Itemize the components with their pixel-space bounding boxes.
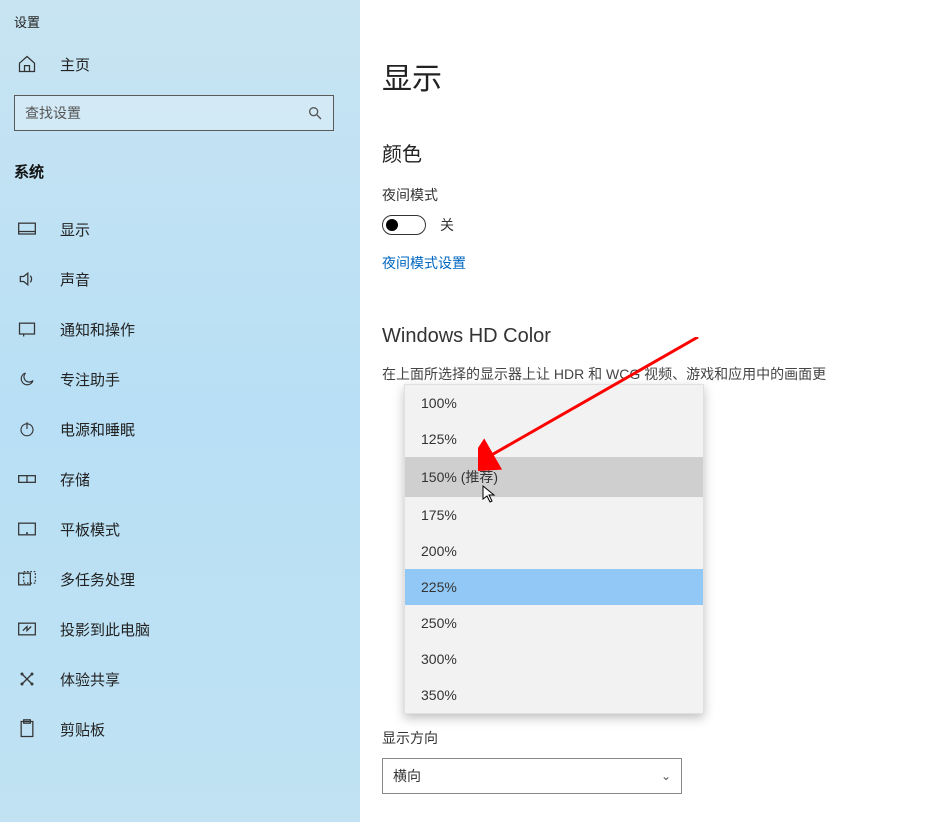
home-label: 主页 [60,54,90,75]
storage-icon [16,468,38,490]
home-icon [16,53,38,75]
search-row [0,87,360,141]
sidebar-item-label: 体验共享 [60,669,120,690]
clipboard-icon [16,718,38,740]
scale-option-350[interactable]: 350% [405,677,703,713]
sidebar-item-notifications[interactable]: 通知和操作 [0,304,360,354]
chevron-down-icon: ⌄ [661,769,671,783]
night-mode-toggle[interactable] [382,215,426,235]
power-icon [16,418,38,440]
sidebar-item-display[interactable]: 显示 [0,204,360,254]
project-icon [16,618,38,640]
sidebar-item-label: 声音 [60,269,90,290]
scale-dropdown: 100% 125% 150% (推荐) 175% 200% 225% 250% … [404,384,704,714]
sidebar-item-label: 投影到此电脑 [60,619,150,640]
scale-option-300[interactable]: 300% [405,641,703,677]
notification-icon [16,318,38,340]
sidebar-item-project[interactable]: 投影到此电脑 [0,604,360,654]
scale-option-250[interactable]: 250% [405,605,703,641]
settings-title: 设置 [0,8,360,41]
sidebar-item-storage[interactable]: 存储 [0,454,360,504]
sidebar-item-clipboard[interactable]: 剪贴板 [0,704,360,754]
sidebar-item-multitask[interactable]: 多任务处理 [0,554,360,604]
share-icon [16,668,38,690]
scale-option-150[interactable]: 150% (推荐) [405,457,703,497]
scale-option-125[interactable]: 125% [405,421,703,457]
night-mode-label: 夜间模式 [382,185,916,205]
search-box[interactable] [14,95,334,131]
night-mode-state: 关 [440,215,454,235]
display-icon [16,218,38,240]
sidebar-item-share[interactable]: 体验共享 [0,654,360,704]
sidebar-item-label: 专注助手 [60,369,120,390]
hd-color-desc: 在上面所选择的显示器上让 HDR 和 WCG 视频、游戏和应用中的画面更 [382,364,916,384]
sidebar-item-focus[interactable]: 专注助手 [0,354,360,404]
tablet-icon [16,518,38,540]
night-mode-settings-link[interactable]: 夜间模式设置 [382,253,466,273]
sidebar-item-label: 剪贴板 [60,719,105,740]
sidebar-item-sound[interactable]: 声音 [0,254,360,304]
sidebar-item-label: 平板模式 [60,519,120,540]
sidebar-item-power[interactable]: 电源和睡眠 [0,404,360,454]
scale-option-175[interactable]: 175% [405,497,703,533]
page-title: 显示 [382,54,916,98]
scale-option-200[interactable]: 200% [405,533,703,569]
sidebar-item-label: 通知和操作 [60,319,135,340]
scale-option-100[interactable]: 100% [405,385,703,421]
orientation-select[interactable]: 横向 ⌄ [382,758,682,794]
sidebar-item-label: 多任务处理 [60,569,135,590]
sound-icon [16,268,38,290]
search-input[interactable] [25,105,307,121]
hd-color-heading: Windows HD Color [382,325,916,348]
section-label: 系统 [0,141,360,204]
sidebar-item-label: 存储 [60,469,90,490]
orientation-value: 横向 [393,766,421,786]
search-icon [307,105,323,121]
home-nav[interactable]: 主页 [0,41,360,87]
sidebar-item-label: 显示 [60,219,90,240]
orientation-label: 显示方向 [382,728,916,748]
sidebar-item-tablet[interactable]: 平板模式 [0,504,360,554]
scale-option-225[interactable]: 225% [405,569,703,605]
sidebar-item-label: 电源和睡眠 [60,419,135,440]
color-heading: 颜色 [382,138,916,167]
sidebar: 设置 主页 系统 显示 声音 通知和操作 专注助手 电源和睡眠 存储 [0,0,360,822]
moon-icon [16,368,38,390]
night-mode-row: 关 [382,215,916,235]
multitask-icon [16,568,38,590]
